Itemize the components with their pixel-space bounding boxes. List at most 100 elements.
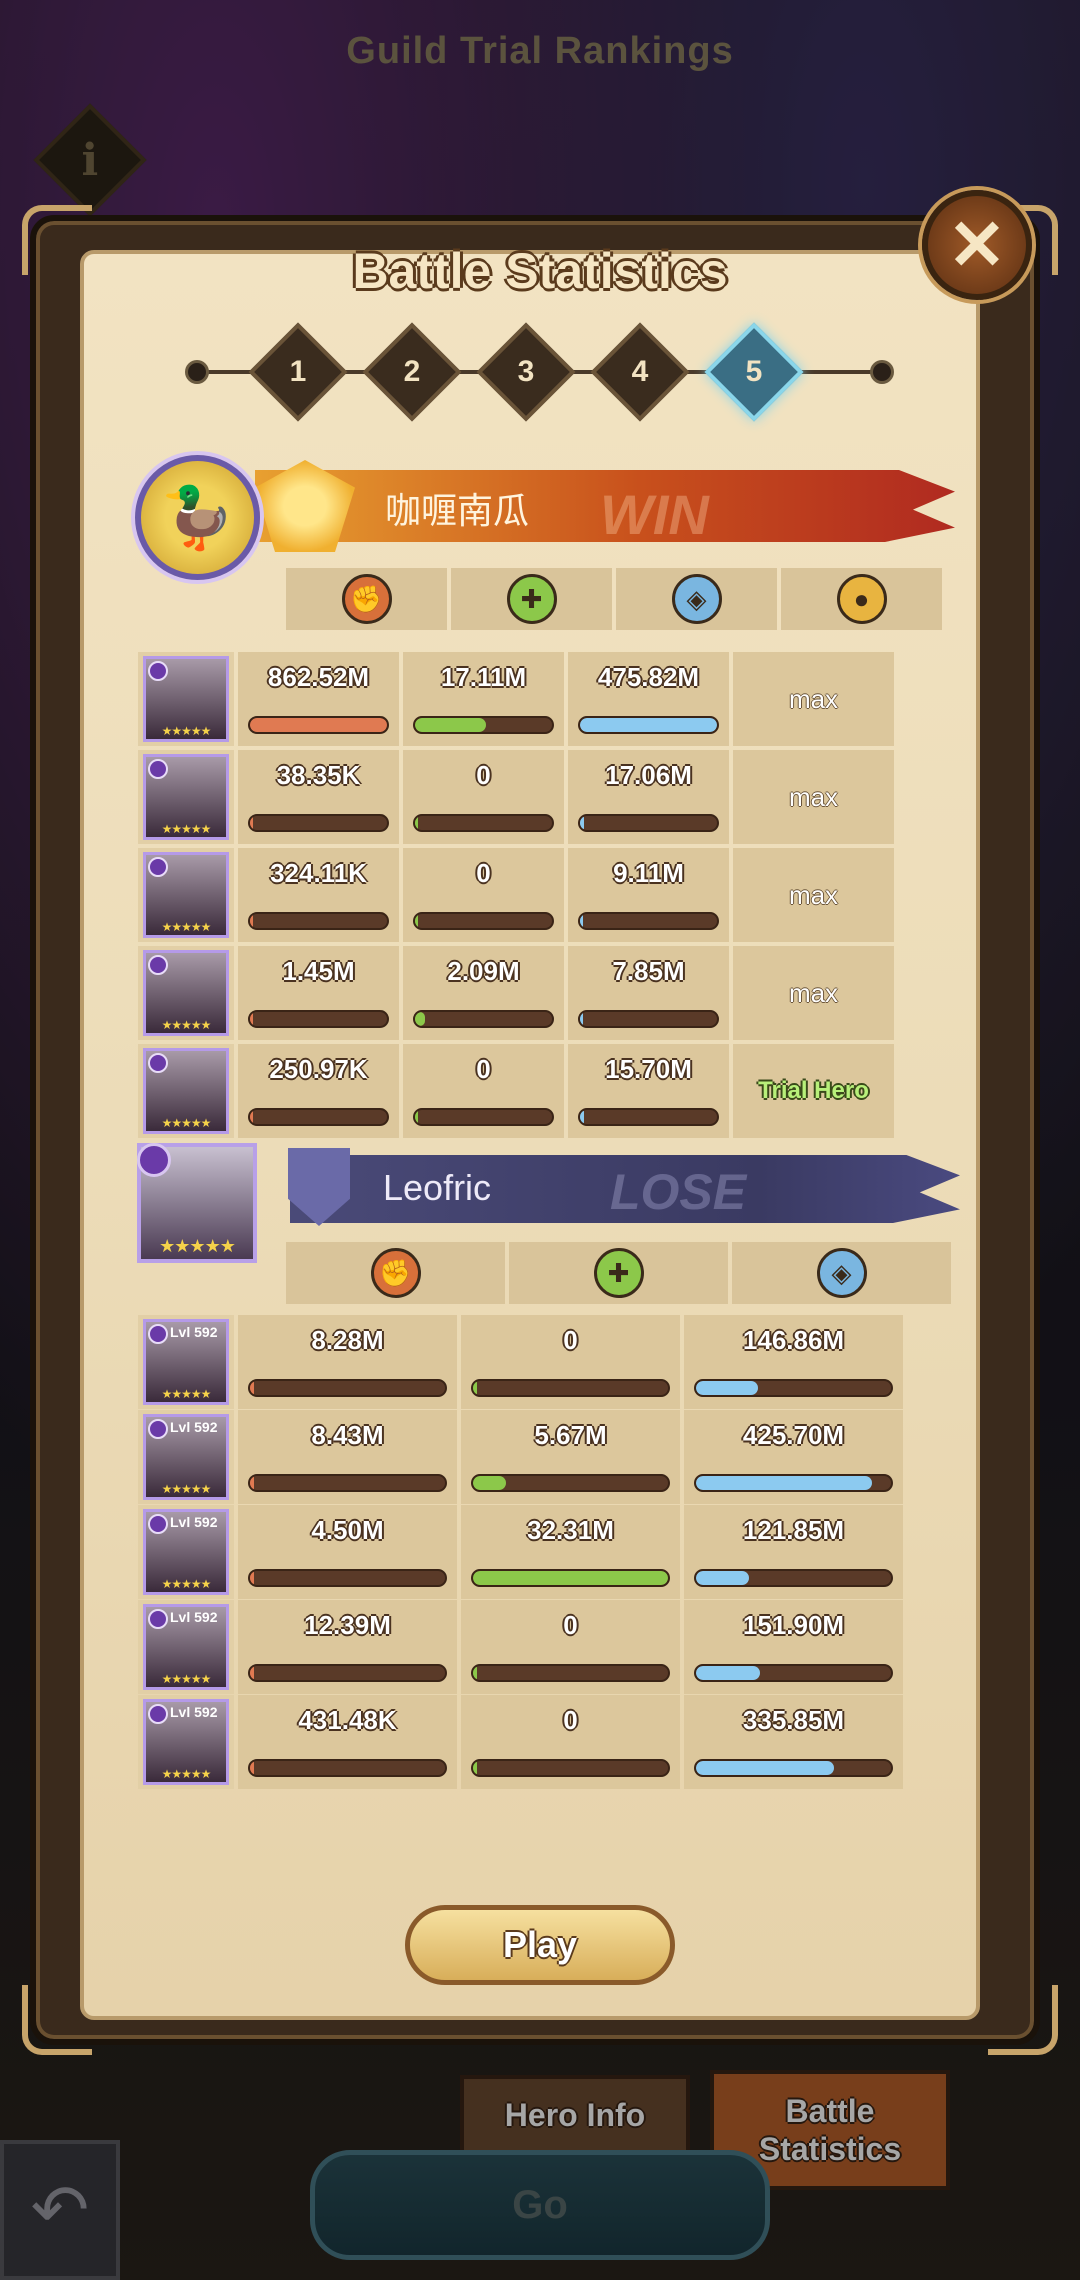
damage-icon: ✊ [341, 574, 392, 624]
hero-portrait[interactable]: ★★★★★ [143, 754, 229, 840]
hero-cell[interactable]: ★★★★★ [138, 652, 234, 746]
table-row: Lvl 592 ★★★★★ 4.50M 32.31M 121.85M [138, 1505, 903, 1599]
def-bar [578, 1108, 719, 1126]
dmg-bar-fill [250, 1110, 253, 1124]
defender-avatar[interactable]: ★★★★★ [137, 1143, 257, 1263]
hero-cell[interactable]: ★★★★★ [138, 946, 234, 1040]
play-button[interactable]: Play [405, 1905, 675, 1985]
dialog-title: Battle Statistics [352, 243, 728, 299]
def-stat-cell: 475.82M [568, 652, 729, 746]
hero-portrait[interactable]: Lvl 592 ★★★★★ [143, 1699, 229, 1785]
heal-bar [471, 1379, 670, 1397]
dmg-bar-fill [250, 718, 387, 732]
defender-stat-header: ✊ ✚ ◈ [286, 1242, 951, 1304]
def-bar-fill [580, 816, 585, 830]
def-bar [694, 1474, 893, 1492]
hero-cell[interactable]: Lvl 592 ★★★★★ [138, 1315, 234, 1409]
hero-portrait[interactable]: ★★★★★ [143, 656, 229, 742]
star-rating: ★★★★★ [161, 1482, 212, 1496]
heal-value: 0 [476, 1054, 491, 1084]
dmg-stat-cell: 250.97K [238, 1044, 399, 1138]
hero-cell[interactable]: Lvl 592 ★★★★★ [138, 1695, 234, 1789]
hero-level: Lvl 592 [170, 1704, 218, 1720]
def-bar [578, 716, 719, 734]
hero-portrait[interactable]: ★★★★★ [143, 1048, 229, 1134]
star-rating: ★★★★★ [161, 724, 212, 738]
heal-value: 0 [476, 858, 491, 888]
win-label: WIN [600, 483, 709, 546]
def-bar-fill [696, 1476, 872, 1490]
heal-bar-fill [415, 816, 418, 830]
def-stat-cell: 146.86M [684, 1315, 903, 1409]
hero-cell[interactable]: ★★★★★ [138, 848, 234, 942]
heal-value: 0 [563, 1610, 578, 1640]
hero-cell[interactable]: ★★★★★ [138, 1044, 234, 1138]
dmg-bar-fill [250, 1666, 254, 1680]
screen-title: Guild Trial Rankings [346, 30, 734, 72]
round-label: 4 [631, 355, 649, 388]
dmg-bar-fill [250, 816, 253, 830]
heal-value: 0 [563, 1705, 578, 1735]
dmg-value: 8.43M [311, 1420, 384, 1450]
hero-portrait[interactable]: Lvl 592 ★★★★★ [143, 1414, 229, 1500]
hero-portrait[interactable]: Lvl 592 ★★★★★ [143, 1604, 229, 1690]
hero-cell[interactable]: Lvl 592 ★★★★★ [138, 1410, 234, 1504]
heal-stat-cell: 17.11M [403, 652, 564, 746]
heal-value: 17.11M [440, 662, 527, 692]
go-button[interactable]: Go [310, 2150, 770, 2260]
hero-cell[interactable]: ★★★★★ [138, 750, 234, 844]
lose-label: LOSE [610, 1164, 747, 1220]
dmg-stat-cell: 12.39M [238, 1600, 457, 1694]
hero-portrait[interactable]: ★★★★★ [143, 950, 229, 1036]
heal-bar-fill [415, 1110, 418, 1124]
close-button[interactable]: ✕ [922, 190, 1032, 300]
hero-cell[interactable]: Lvl 592 ★★★★★ [138, 1600, 234, 1694]
energy-value: Trial Hero [733, 1044, 894, 1138]
star-rating: ★★★★★ [161, 1767, 212, 1781]
hero-cell[interactable]: Lvl 592 ★★★★★ [138, 1505, 234, 1599]
faction-badge-icon [148, 1704, 168, 1724]
dmg-bar-fill [250, 1012, 253, 1026]
faction-badge-icon [148, 1514, 168, 1534]
dmg-bar [248, 912, 389, 930]
round-label: 1 [289, 355, 307, 388]
heal-stat-cell: 32.31M [461, 1505, 680, 1599]
heal-stat-cell: 0 [461, 1695, 680, 1789]
heal-bar-fill [473, 1571, 668, 1585]
table-row: ★★★★★ 38.35K 0 17.06M max [138, 750, 894, 844]
def-value: 146.86M [742, 1325, 845, 1355]
dmg-value: 12.39M [304, 1610, 391, 1640]
dmg-bar [248, 1759, 447, 1777]
dmg-stat-cell: 4.50M [238, 1505, 457, 1599]
def-bar-fill [580, 1012, 583, 1026]
heal-bar [471, 1759, 670, 1777]
heal-bar [471, 1569, 670, 1587]
dmg-bar-fill [250, 1476, 254, 1490]
hero-level: Lvl 592 [170, 1514, 218, 1530]
def-value: 17.06M [605, 760, 692, 790]
heal-bar [413, 716, 554, 734]
star-rating: ★★★★★ [159, 1236, 236, 1256]
hero-portrait[interactable]: Lvl 592 ★★★★★ [143, 1509, 229, 1595]
heal-stat-cell: 0 [403, 1044, 564, 1138]
heal-bar-fill [473, 1666, 477, 1680]
back-button[interactable]: ↶ [0, 2140, 120, 2280]
heal-bar-fill [415, 718, 487, 732]
attacker-avatar[interactable]: 🦆 [135, 455, 260, 580]
star-rating: ★★★★★ [161, 1116, 212, 1130]
heal-value: 2.09M [447, 956, 520, 986]
table-row: ★★★★★ 862.52M 17.11M 475.82M max [138, 652, 894, 746]
table-row: ★★★★★ 250.97K 0 15.70M Trial Hero [138, 1044, 894, 1138]
faction-badge-icon [148, 857, 168, 877]
heal-value: 0 [476, 760, 491, 790]
hero-portrait[interactable]: Lvl 592 ★★★★★ [143, 1319, 229, 1405]
healing-icon: ✚ [593, 1248, 644, 1298]
hero-portrait[interactable]: ★★★★★ [143, 852, 229, 938]
dmg-bar-fill [250, 1571, 254, 1585]
hero-level: Lvl 592 [170, 1609, 218, 1625]
def-bar [694, 1569, 893, 1587]
def-bar-fill [580, 718, 717, 732]
tab-hero-info[interactable]: Hero Info [460, 2075, 690, 2155]
def-stat-cell: 425.70M [684, 1410, 903, 1504]
back-arrow-icon: ↶ [30, 2171, 90, 2249]
